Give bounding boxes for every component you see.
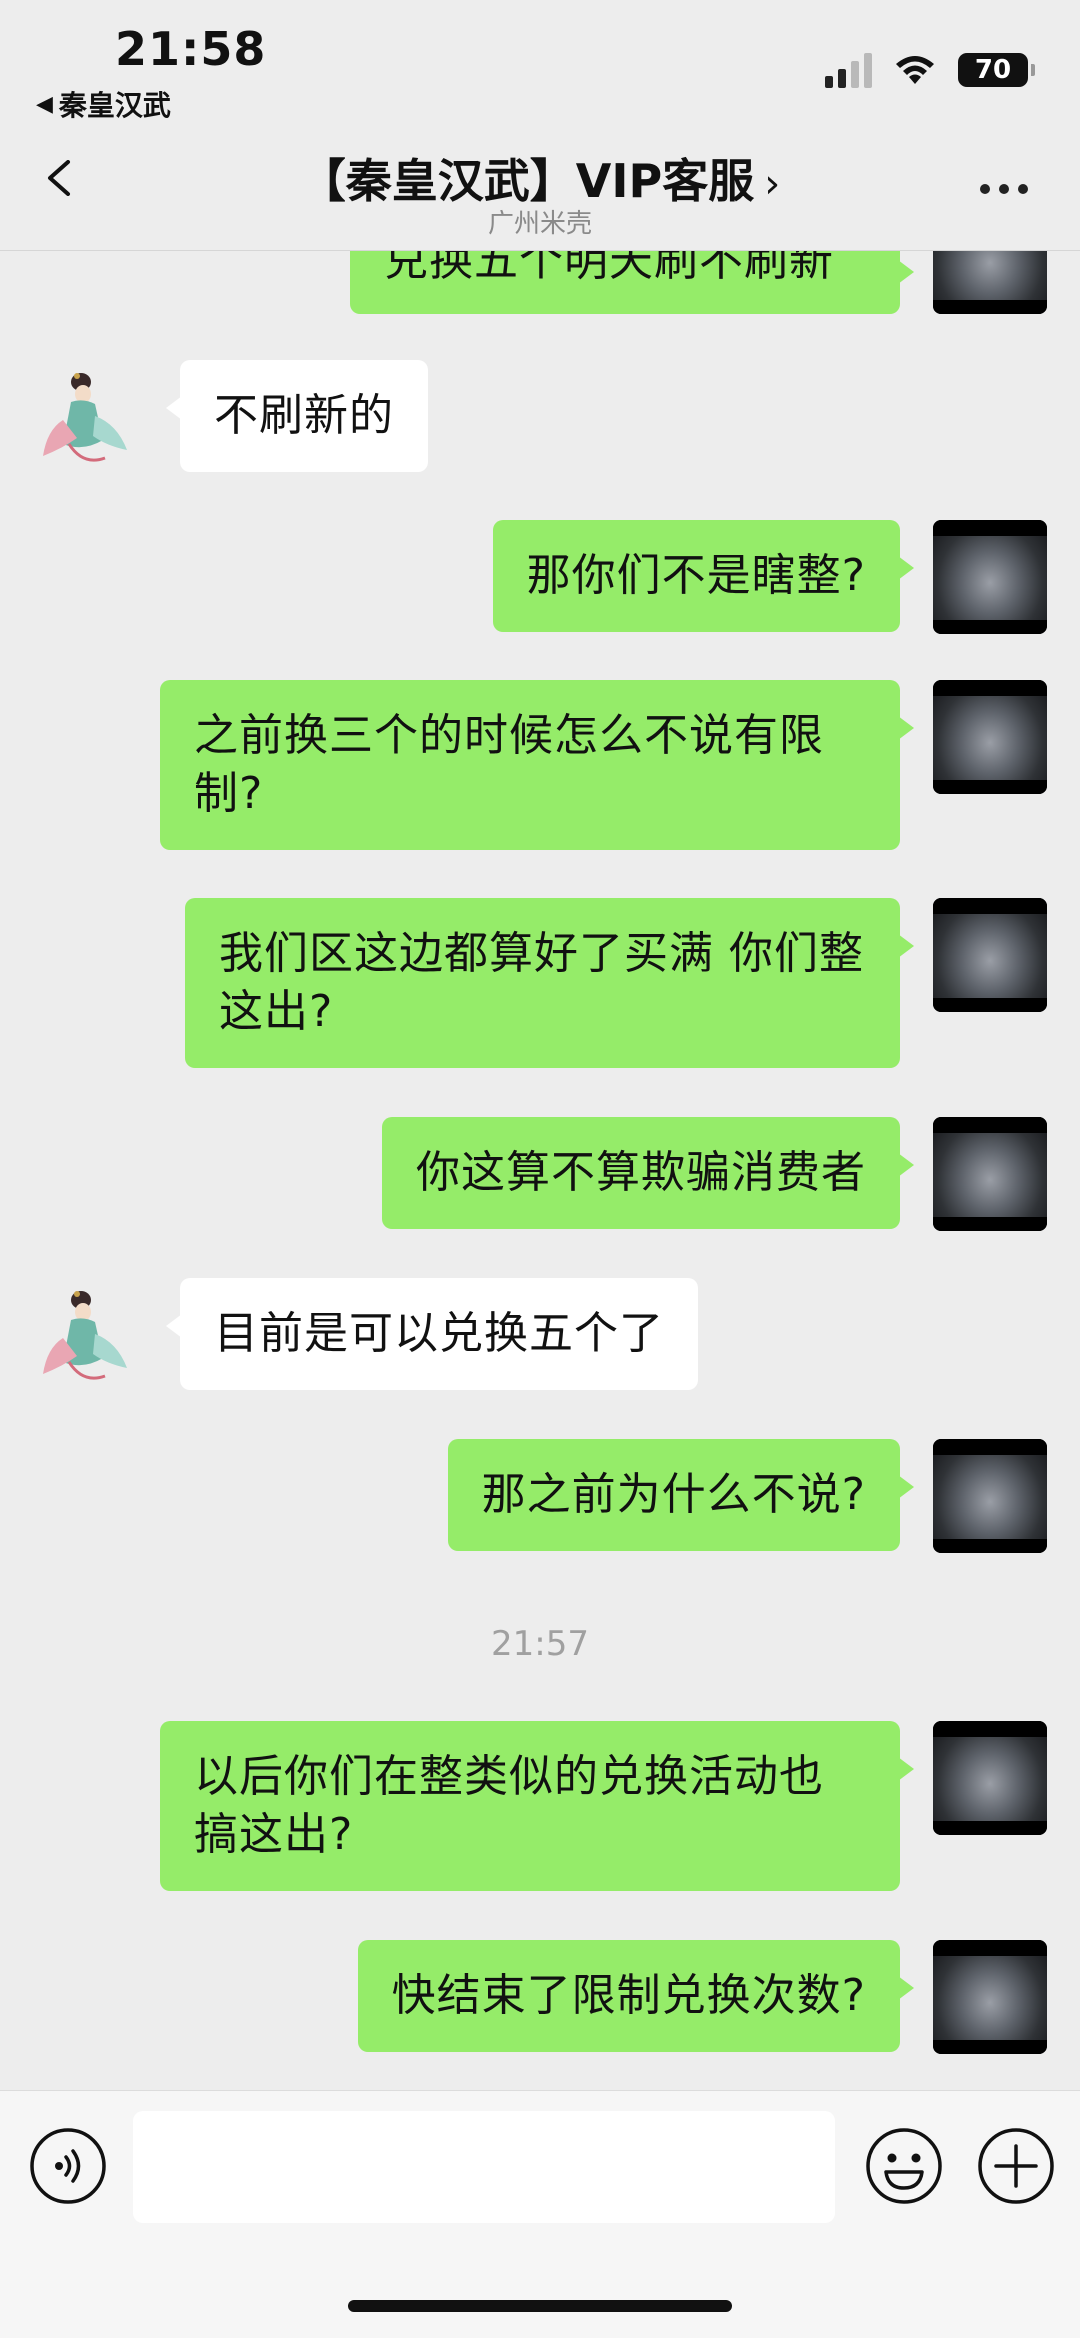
message-bubble-them[interactable]: 不刷新的 — [166, 360, 428, 472]
message-text: 那之前为什么不说? — [481, 1469, 866, 1520]
chevron-right-icon: › — [764, 161, 781, 207]
status-time: 21:58 — [115, 22, 267, 76]
message-text: 以后你们在整类似的兑换活动也搞这出? — [194, 1751, 824, 1860]
my-avatar[interactable] — [933, 680, 1047, 794]
wifi-icon — [896, 56, 934, 84]
chat-title[interactable]: 【秦皇汉武】VIP客服 › — [0, 145, 1080, 211]
my-avatar[interactable] — [933, 520, 1047, 634]
message-bubble-them[interactable]: 目前是可以兑换五个了 — [166, 1278, 698, 1390]
my-avatar[interactable] — [933, 898, 1047, 1012]
emoji-icon[interactable] — [864, 2126, 944, 2206]
chat-title-text: 【秦皇汉武】VIP客服 — [299, 154, 755, 208]
message-bubble-me[interactable]: 那之前为什么不说? — [447, 1439, 915, 1551]
message-bubble-me[interactable]: 之前换三个的时候怎么不说有限制? — [160, 680, 914, 850]
my-avatar[interactable] — [933, 1439, 1047, 1553]
message-text: 不刷新的 — [214, 390, 394, 441]
battery-indicator: 70 — [958, 53, 1035, 87]
fairy-avatar-icon — [43, 1291, 127, 1380]
home-indicator[interactable] — [348, 2300, 732, 2312]
back-app-label: 秦皇汉武 — [58, 89, 171, 122]
message-text: 我们区这边都算好了买满 你们整这出? — [219, 928, 864, 1037]
status-icons: 70 — [825, 52, 1035, 88]
message-timestamp: 21:57 — [491, 1624, 589, 1664]
message-bubble-me[interactable]: 那你们不是瞎整? — [492, 520, 915, 632]
my-avatar[interactable] — [933, 1721, 1047, 1835]
voice-icon[interactable] — [28, 2126, 108, 2206]
more-icon[interactable] — [980, 184, 1028, 194]
agent-avatar[interactable] — [33, 360, 133, 474]
chat-area[interactable]: 兑换五个明天刷不刷新 不刷新的 那你们不是瞎整? 之前换三个的时候怎么不说有限制… — [0, 0, 1080, 2090]
my-avatar[interactable] — [933, 1940, 1047, 2054]
message-bubble-me[interactable]: 快结束了限制兑换次数? — [357, 1940, 915, 2052]
chat-subtitle: 广州米壳 — [487, 209, 592, 239]
cellular-signal-icon — [825, 52, 872, 88]
back-triangle-icon: ◀ — [36, 91, 53, 117]
back-to-app-link[interactable]: ◀ 秦皇汉武 — [36, 84, 171, 124]
message-text: 快结束了限制兑换次数? — [391, 1970, 866, 2021]
message-text: 你这算不算欺骗消费者 — [416, 1147, 866, 1198]
header: 21:58 ◀ 秦皇汉武 70 【秦皇汉武】VIP客服 › 广州米壳 — [0, 0, 1080, 251]
message-text: 那你们不是瞎整? — [526, 550, 866, 601]
plus-icon[interactable] — [976, 2126, 1056, 2206]
message-bubble-me[interactable]: 以后你们在整类似的兑换活动也搞这出? — [160, 1721, 914, 1891]
agent-avatar[interactable] — [33, 1278, 133, 1392]
message-input[interactable] — [133, 2111, 835, 2223]
battery-level: 70 — [974, 55, 1012, 85]
my-avatar[interactable] — [933, 1117, 1047, 1231]
message-text: 之前换三个的时候怎么不说有限制? — [194, 710, 824, 819]
message-bubble-me[interactable]: 你这算不算欺骗消费者 — [382, 1117, 914, 1229]
message-bubble-me[interactable]: 我们区这边都算好了买满 你们整这出? — [185, 898, 914, 1068]
message-text: 目前是可以兑换五个了 — [214, 1308, 664, 1359]
fairy-avatar-icon — [43, 373, 127, 462]
